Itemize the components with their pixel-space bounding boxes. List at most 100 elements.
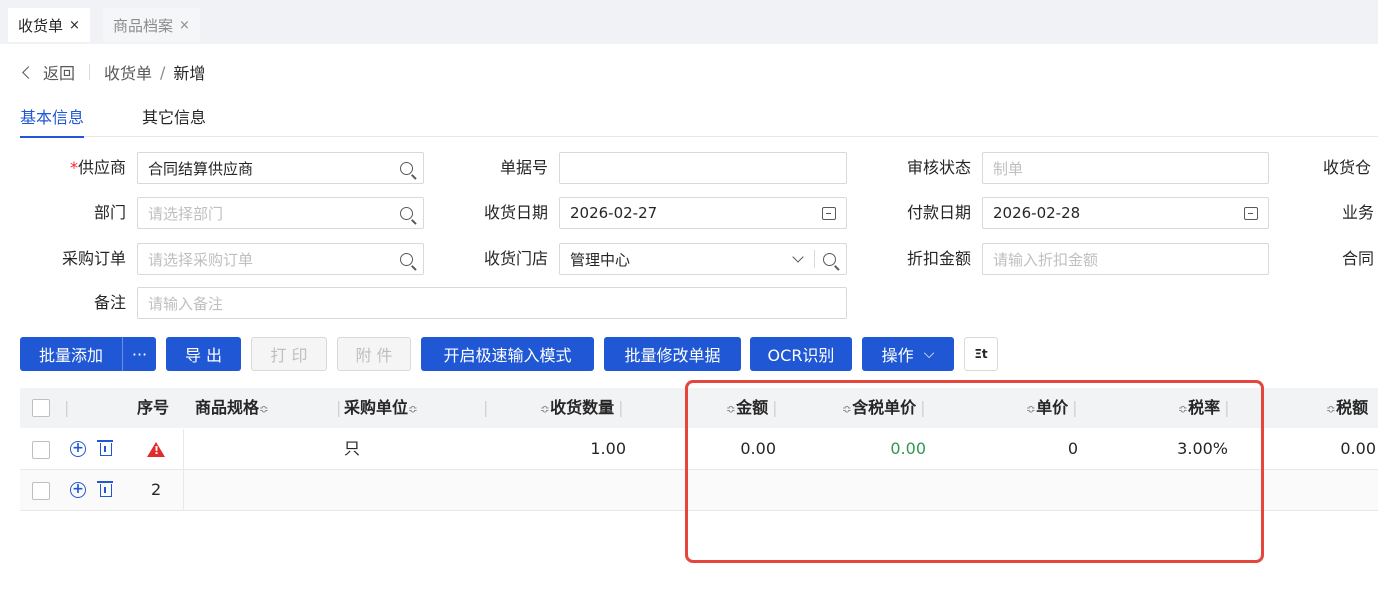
col-unit[interactable]: 采购单位≎ — [344, 388, 418, 428]
tab-other-info[interactable]: 其它信息 — [142, 104, 206, 128]
add-row-icon[interactable]: + — [70, 441, 86, 457]
breadcrumb-current: 新增 — [173, 64, 206, 83]
fast-mode-button[interactable]: 开启极速输入模式 — [421, 337, 594, 371]
sort-icon[interactable]: ≎ — [540, 402, 550, 416]
audit-status-label: 审核状态 — [906, 158, 971, 177]
highlight-box — [685, 380, 1264, 563]
calendar-icon[interactable] — [1244, 206, 1258, 220]
ocr-button[interactable]: OCR识别 — [750, 337, 852, 371]
supplier-value: 合同结算供应商 — [148, 159, 254, 178]
column-divider: | — [336, 398, 342, 417]
print-button: 打 印 — [251, 337, 327, 371]
purchase-order-placeholder: 请选择采购订单 — [148, 250, 254, 269]
cell-tax[interactable]: 0.00 — [1320, 429, 1376, 469]
tab-receipt[interactable]: 收货单 × — [8, 8, 90, 42]
tab-basic-info[interactable]: 基本信息 — [20, 104, 85, 138]
remark-input[interactable]: 请输入备注 — [137, 287, 847, 319]
col-qty-label: 收货数量 — [550, 398, 615, 417]
search-icon[interactable] — [400, 161, 413, 175]
column-divider: | — [618, 398, 624, 417]
select-all-checkbox[interactable] — [32, 399, 50, 417]
supplier-label-text: 供应商 — [77, 158, 126, 177]
col-unit-label: 采购单位 — [344, 398, 409, 417]
department-label: 部门 — [93, 203, 126, 222]
discount-placeholder: 请输入折扣金额 — [993, 250, 1099, 269]
discount-input[interactable]: 请输入折扣金额 — [982, 243, 1269, 275]
row-checkbox[interactable] — [32, 441, 50, 459]
tab-label: 商品档案 — [113, 16, 174, 35]
cell-unit[interactable]: 只 — [344, 429, 360, 469]
chevron-left-icon — [22, 65, 35, 79]
operations-button[interactable]: 操作 ⌵ — [862, 337, 954, 371]
delete-row-icon[interactable] — [97, 481, 113, 497]
audit-status-value: 制单 — [993, 159, 1024, 178]
doc-no-label: 单据号 — [499, 158, 548, 177]
department-input[interactable]: 请选择部门 — [137, 197, 424, 229]
column-settings-icon[interactable]: Ξt — [964, 337, 998, 371]
attach-button: 附 件 — [337, 337, 411, 371]
receive-store-label: 收货门店 — [483, 249, 548, 268]
sort-icon[interactable]: ≎ — [1326, 402, 1336, 416]
col-tax[interactable]: ≎税额 — [1326, 388, 1368, 428]
search-icon[interactable] — [823, 252, 836, 266]
business-label: 业务 — [1342, 203, 1375, 222]
row-checkbox[interactable] — [32, 482, 50, 500]
export-button[interactable]: 导 出 — [166, 337, 241, 371]
add-row-icon[interactable]: + — [70, 482, 86, 498]
purchase-order-input[interactable]: 请选择采购订单 — [137, 243, 424, 275]
receive-date-value: 2026-02-27 — [570, 204, 658, 222]
col-tax-label: 税额 — [1336, 398, 1369, 417]
sort-icon[interactable]: ≎ — [259, 402, 269, 416]
operations-label: 操作 — [881, 346, 914, 365]
receive-store-select[interactable]: 管理中心 — [559, 243, 847, 275]
search-icon[interactable] — [400, 252, 413, 266]
audit-status-input: 制单 — [982, 152, 1269, 184]
receive-date-label: 收货日期 — [483, 203, 548, 222]
supplier-input[interactable]: 合同结算供应商 — [137, 152, 424, 184]
column-divider: | — [64, 398, 70, 417]
column-divider: | — [483, 398, 489, 417]
discount-label: 折扣金额 — [906, 249, 971, 268]
cell-qty[interactable]: 1.00 — [540, 429, 626, 469]
pay-date-input[interactable]: 2026-02-28 — [982, 197, 1269, 229]
department-placeholder: 请选择部门 — [148, 204, 224, 223]
close-icon[interactable]: × — [179, 18, 190, 33]
back-button[interactable]: 返回 — [22, 60, 76, 84]
close-icon[interactable]: × — [69, 18, 80, 33]
cell-seq: 2 — [151, 480, 162, 499]
batch-edit-button[interactable]: 批量修改单据 — [604, 337, 741, 371]
breadcrumb-separator: / — [160, 62, 166, 82]
breadcrumb: 返回 收货单 / 新增 — [22, 60, 206, 84]
pay-date-value: 2026-02-28 — [993, 204, 1081, 222]
tab-label: 收货单 — [18, 16, 64, 35]
delete-row-icon[interactable] — [97, 440, 113, 456]
row-divider — [183, 429, 184, 469]
pay-date-label: 付款日期 — [906, 203, 971, 222]
doc-no-input[interactable] — [559, 152, 847, 184]
contract-label: 合同 — [1342, 249, 1375, 268]
divider — [814, 250, 815, 268]
purchase-order-label: 采购订单 — [61, 249, 126, 268]
calendar-icon[interactable] — [822, 206, 836, 220]
required-mark: * — [69, 158, 78, 177]
search-icon[interactable] — [400, 206, 413, 220]
divider — [89, 64, 91, 80]
row-divider — [183, 470, 184, 510]
sort-icon[interactable]: ≎ — [408, 402, 418, 416]
remark-placeholder: 请输入备注 — [148, 294, 224, 313]
col-spec-label: 商品规格 — [195, 398, 260, 417]
receive-store-value: 管理中心 — [570, 250, 631, 269]
supplier-label: *供应商 — [0, 151, 126, 185]
back-label: 返回 — [43, 64, 76, 83]
col-qty[interactable]: ≎收货数量 | — [540, 388, 623, 428]
tab-product-archive[interactable]: 商品档案 × — [103, 8, 200, 42]
remark-label: 备注 — [93, 293, 126, 312]
receive-date-input[interactable]: 2026-02-27 — [559, 197, 847, 229]
chevron-down-icon[interactable] — [792, 251, 804, 263]
batch-add-button[interactable]: 批量添加 — [20, 337, 122, 371]
section-tabs: 基本信息 其它信息 — [20, 104, 1378, 138]
more-button[interactable]: ··· — [122, 337, 156, 371]
warning-icon: ! — [147, 442, 165, 457]
col-spec[interactable]: 商品规格≎ — [195, 388, 269, 428]
breadcrumb-parent[interactable]: 收货单 — [104, 60, 152, 84]
